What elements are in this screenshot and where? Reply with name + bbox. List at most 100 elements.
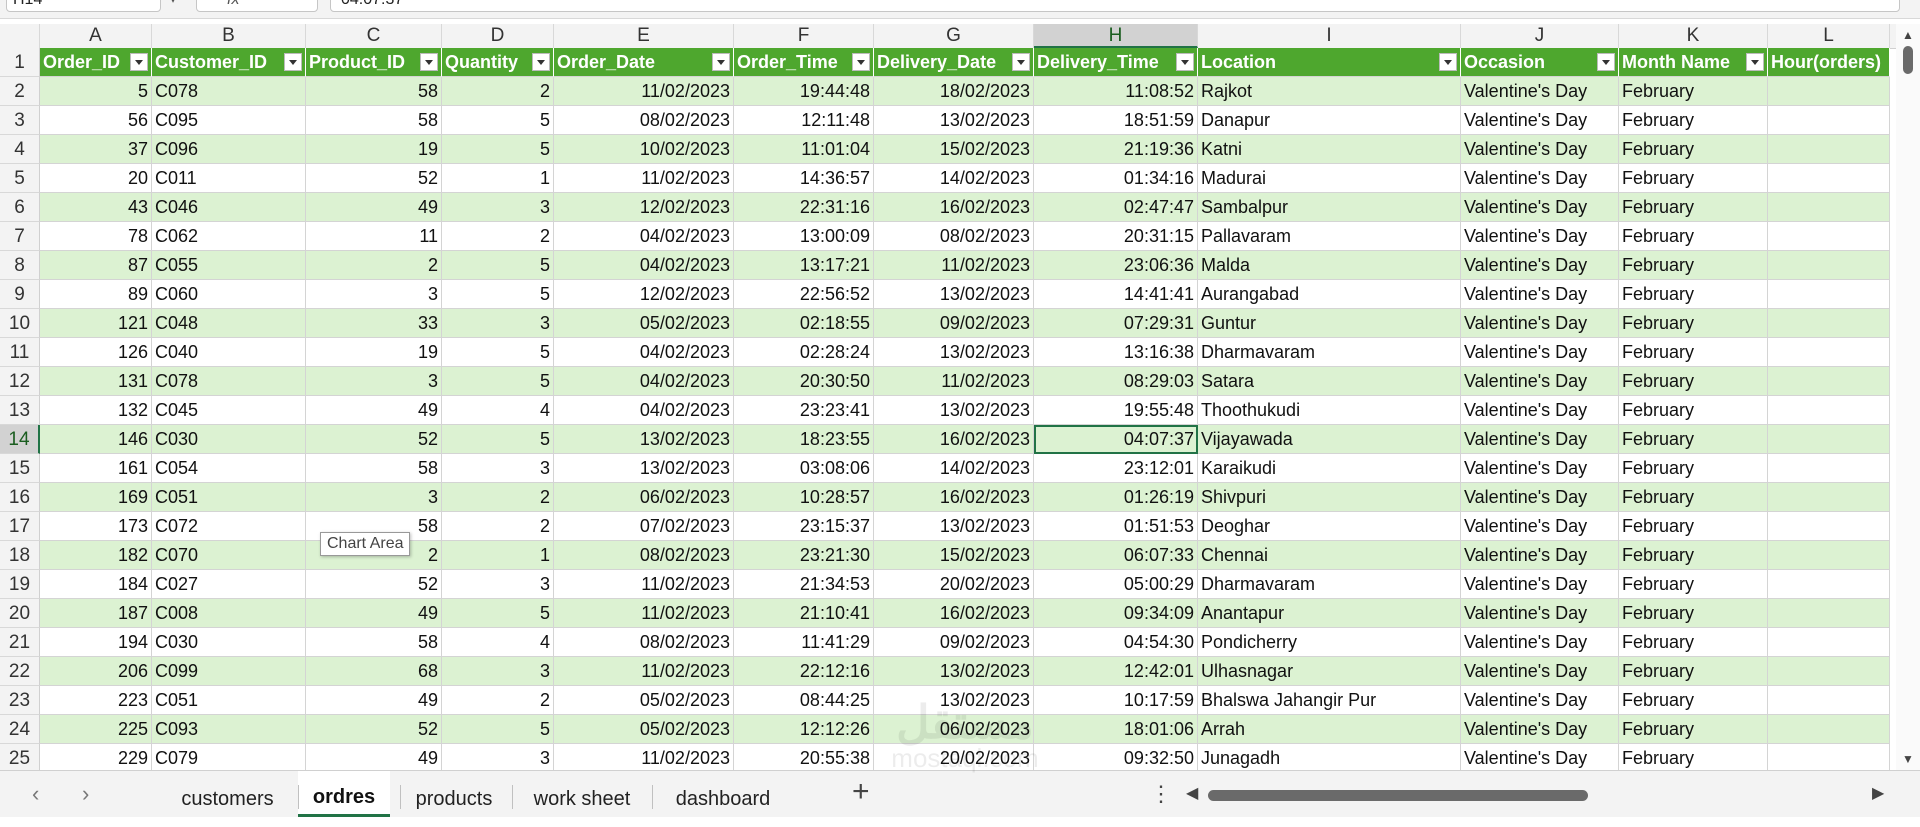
table-cell[interactable]: 182 <box>40 541 152 570</box>
table-cell[interactable]: 04:54:30 <box>1034 628 1198 657</box>
table-cell[interactable]: 18/02/2023 <box>874 77 1034 106</box>
table-cell[interactable]: 11/02/2023 <box>874 367 1034 396</box>
table-cell[interactable]: Danapur <box>1198 106 1461 135</box>
table-cell[interactable]: 3 <box>442 309 554 338</box>
table-cell[interactable]: 10:28:57 <box>734 483 874 512</box>
table-cell[interactable]: 22:31:16 <box>734 193 874 222</box>
table-cell[interactable]: 58 <box>306 628 442 657</box>
table-cell[interactable]: 16/02/2023 <box>874 425 1034 454</box>
table-cell[interactable]: 19 <box>306 338 442 367</box>
table-cell[interactable]: 43 <box>40 193 152 222</box>
table-cell[interactable]: 5 <box>442 715 554 744</box>
filter-dropdown-icon[interactable] <box>1012 53 1030 71</box>
table-cell[interactable]: Valentine's Day <box>1461 193 1619 222</box>
header-cell-k[interactable]: Month Name <box>1619 48 1768 77</box>
table-cell[interactable]: 08/02/2023 <box>554 628 734 657</box>
table-cell[interactable]: February <box>1619 686 1768 715</box>
header-cell-c[interactable]: Product_ID <box>306 48 442 77</box>
table-cell[interactable] <box>1768 367 1890 396</box>
table-cell[interactable]: 194 <box>40 628 152 657</box>
row-header[interactable]: 2 <box>0 77 40 106</box>
table-cell[interactable] <box>1768 570 1890 599</box>
table-cell[interactable] <box>1768 686 1890 715</box>
table-cell[interactable]: 07:29:31 <box>1034 309 1198 338</box>
table-cell[interactable]: 12:11:48 <box>734 106 874 135</box>
table-cell[interactable]: 4 <box>442 628 554 657</box>
table-cell[interactable] <box>1768 338 1890 367</box>
table-cell[interactable]: 68 <box>306 657 442 686</box>
table-cell[interactable]: 09:34:09 <box>1034 599 1198 628</box>
table-cell[interactable]: February <box>1619 628 1768 657</box>
scroll-left-icon[interactable]: ◀ <box>1186 783 1198 803</box>
column-header-l[interactable]: L <box>1768 24 1890 48</box>
table-cell[interactable]: Valentine's Day <box>1461 164 1619 193</box>
row-header[interactable]: 18 <box>0 541 40 570</box>
table-cell[interactable] <box>1768 483 1890 512</box>
table-cell[interactable]: Valentine's Day <box>1461 570 1619 599</box>
table-cell[interactable]: Guntur <box>1198 309 1461 338</box>
table-cell[interactable]: C072 <box>152 512 306 541</box>
table-cell[interactable]: 2 <box>442 512 554 541</box>
scroll-down-icon[interactable]: ▼ <box>1902 752 1914 766</box>
table-cell[interactable]: Pallavaram <box>1198 222 1461 251</box>
table-cell[interactable]: 02:18:55 <box>734 309 874 338</box>
column-header-j[interactable]: J <box>1461 24 1619 48</box>
table-cell[interactable]: 3 <box>442 744 554 770</box>
row-header[interactable]: 23 <box>0 686 40 715</box>
filter-dropdown-icon[interactable] <box>1746 53 1764 71</box>
row-header[interactable]: 9 <box>0 280 40 309</box>
table-cell[interactable]: 18:01:06 <box>1034 715 1198 744</box>
table-cell[interactable]: C030 <box>152 628 306 657</box>
vertical-scroll-thumb[interactable] <box>1903 46 1913 74</box>
table-cell[interactable]: 11/02/2023 <box>554 657 734 686</box>
table-cell[interactable]: February <box>1619 280 1768 309</box>
table-cell[interactable]: 3 <box>442 570 554 599</box>
column-header-i[interactable]: I <box>1198 24 1461 48</box>
table-cell[interactable]: 5 <box>442 135 554 164</box>
table-cell[interactable]: Satara <box>1198 367 1461 396</box>
table-cell[interactable]: 14:36:57 <box>734 164 874 193</box>
filter-dropdown-icon[interactable] <box>130 53 148 71</box>
table-cell[interactable]: 18:51:59 <box>1034 106 1198 135</box>
table-cell[interactable] <box>1768 193 1890 222</box>
column-header-a[interactable]: A <box>40 24 152 48</box>
table-cell[interactable]: 2 <box>306 251 442 280</box>
fx-button[interactable]: fx <box>196 0 318 12</box>
table-cell[interactable]: 20/02/2023 <box>874 744 1034 770</box>
table-cell[interactable]: Dharmavaram <box>1198 338 1461 367</box>
table-cell[interactable]: Junagadh <box>1198 744 1461 770</box>
row-header[interactable]: 1 <box>0 48 40 77</box>
filter-dropdown-icon[interactable] <box>1439 53 1457 71</box>
table-cell[interactable]: 13/02/2023 <box>874 106 1034 135</box>
table-cell[interactable]: 20/02/2023 <box>874 570 1034 599</box>
table-cell[interactable]: C055 <box>152 251 306 280</box>
table-cell[interactable]: C062 <box>152 222 306 251</box>
row-header[interactable]: 7 <box>0 222 40 251</box>
table-cell[interactable]: 11/02/2023 <box>554 164 734 193</box>
table-cell[interactable]: 121 <box>40 309 152 338</box>
table-cell[interactable]: February <box>1619 135 1768 164</box>
table-cell[interactable]: 89 <box>40 280 152 309</box>
table-cell[interactable]: 2 <box>442 483 554 512</box>
table-cell[interactable]: 56 <box>40 106 152 135</box>
table-cell[interactable]: 21:19:36 <box>1034 135 1198 164</box>
table-cell[interactable]: 05/02/2023 <box>554 715 734 744</box>
row-header[interactable]: 17 <box>0 512 40 541</box>
table-cell[interactable]: Valentine's Day <box>1461 251 1619 280</box>
table-cell[interactable]: 49 <box>306 686 442 715</box>
table-cell[interactable]: 52 <box>306 164 442 193</box>
table-cell[interactable]: 01:51:53 <box>1034 512 1198 541</box>
table-cell[interactable]: February <box>1619 599 1768 628</box>
table-cell[interactable]: 08:29:03 <box>1034 367 1198 396</box>
sheet-tab-customers[interactable]: customers <box>160 771 295 817</box>
table-cell[interactable]: Valentine's Day <box>1461 686 1619 715</box>
row-header[interactable]: 3 <box>0 106 40 135</box>
table-cell[interactable]: 20:31:15 <box>1034 222 1198 251</box>
table-cell[interactable]: 13:00:09 <box>734 222 874 251</box>
table-cell[interactable]: Bhalswa Jahangir Pur <box>1198 686 1461 715</box>
row-header[interactable]: 21 <box>0 628 40 657</box>
table-cell[interactable]: Thoothukudi <box>1198 396 1461 425</box>
table-cell[interactable]: February <box>1619 77 1768 106</box>
table-cell[interactable]: 131 <box>40 367 152 396</box>
table-cell[interactable]: 225 <box>40 715 152 744</box>
